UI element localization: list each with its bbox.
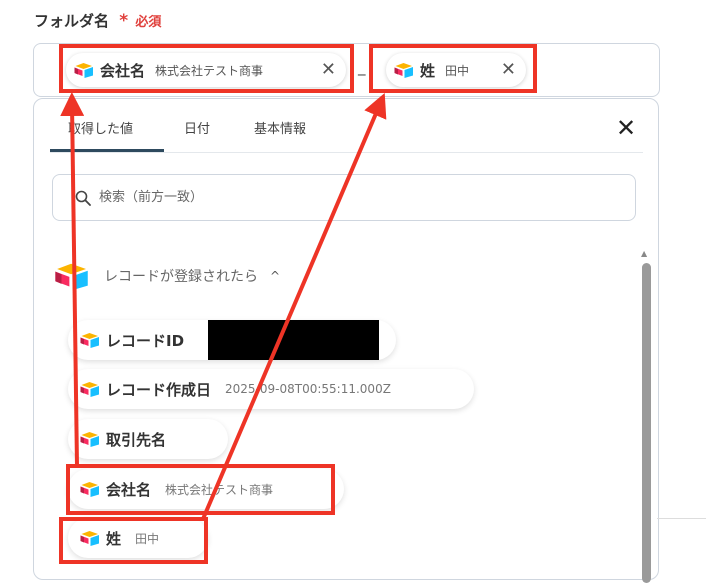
airtable-icon [80,481,100,497]
list-item-surname[interactable]: 姓 田中 [68,518,208,558]
item-label: レコードID [106,331,185,350]
item-label: レコード作成日 [106,380,212,399]
chip-value: 田中 [445,63,470,78]
airtable-icon [80,332,100,348]
remove-chip-icon[interactable]: ✕ [321,61,336,79]
airtable-icon [74,62,94,78]
airtable-icon [394,62,414,78]
chip-value: 株式会社テスト商事 [155,63,264,78]
airtable-icon [54,262,90,290]
scrollbar-thumb[interactable] [642,263,651,583]
chip-separator: _ [358,58,366,76]
search-icon [75,190,91,206]
required-star: * [119,11,129,31]
trigger-group-header[interactable]: レコードが登録されたら ^ [54,262,280,290]
tab-divider [50,152,643,153]
airtable-icon [80,381,100,397]
field-label: フォルダ名 * 必須 [34,10,161,31]
item-value: 2025-09-08T00:55:11.000Z [225,382,391,396]
field-label-text: フォルダ名 [34,12,110,30]
airtable-icon [80,431,100,447]
scrollbar[interactable]: ▲ [641,249,651,583]
chip-label: 姓 [420,61,436,80]
chevron-up-icon[interactable]: ^ [270,269,280,283]
divider [657,518,706,519]
chip-surname[interactable]: 姓 田中 ✕ [386,53,526,87]
item-label: 取引先名 [106,430,167,449]
scroll-up-arrow-icon[interactable]: ▲ [641,249,647,258]
tab-basic-info[interactable]: 基本情報 [254,118,306,137]
item-label: 会社名 [106,480,152,499]
search-input[interactable] [97,189,601,206]
group-title: レコードが登録されたら [104,269,258,285]
list-item-company-name[interactable]: 会社名 株式会社テスト商事 [68,469,344,509]
tab-date[interactable]: 日付 [184,118,210,137]
airtable-icon [80,530,100,546]
item-label: 姓 [106,529,122,548]
close-icon[interactable]: ✕ [616,116,636,140]
required-text: 必須 [135,15,162,30]
chip-company-name[interactable]: 会社名 株式会社テスト商事 ✕ [66,53,346,87]
tab-obtained-values[interactable]: 取得した値 [68,118,133,137]
list-item-client-name[interactable]: 取引先名 [68,419,228,459]
item-value: 田中 [135,531,160,546]
value-picker-panel: 取得した値 日付 基本情報 ✕ レコードが登録されたら ^ レコードID レコー… [33,98,659,583]
search-box[interactable] [52,174,636,221]
remove-chip-icon[interactable]: ✕ [501,61,516,79]
list-item-record-created[interactable]: レコード作成日 2025-09-08T00:55:11.000Z [68,369,474,409]
redacted-value [208,320,379,360]
item-value: 株式会社テスト商事 [165,482,274,497]
chip-label: 会社名 [100,61,146,80]
